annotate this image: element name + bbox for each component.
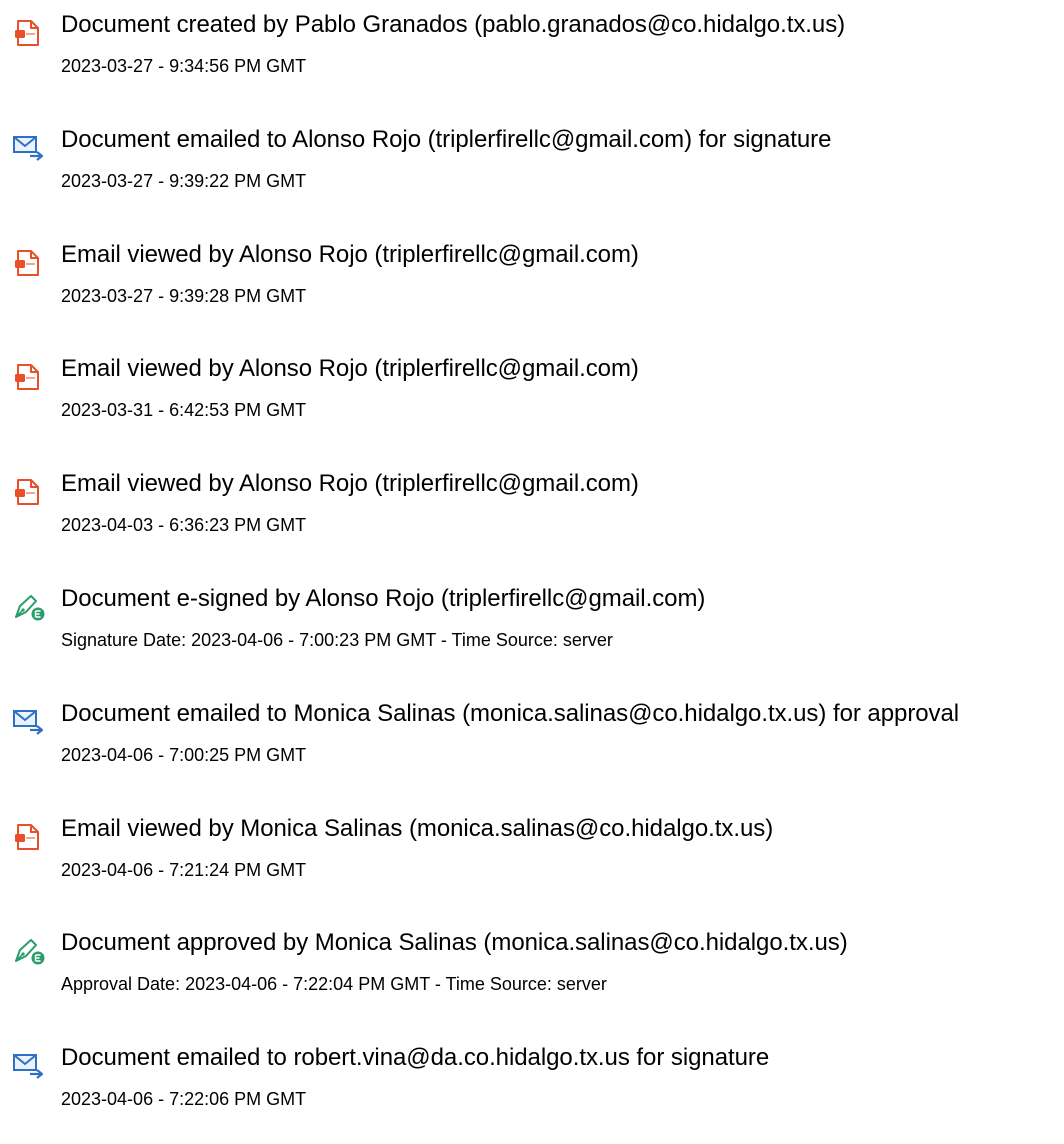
- pen-signed-icon: [12, 591, 46, 621]
- document-viewed-icon: [12, 247, 46, 277]
- document-viewed-icon: [12, 476, 46, 506]
- email-sent-icon: [12, 706, 46, 736]
- entry-date: 2023-04-06 - 7:21:24 PM GMT: [61, 860, 307, 880]
- entry-title: Email viewed by Alonso Rojo (triplerfire…: [61, 355, 639, 382]
- entry-date: Signature Date: 2023-04-06 - 7:00:23 PM …: [61, 630, 613, 650]
- audit-entry: Document approved by Monica Salinas (mon…: [0, 929, 1064, 1029]
- audit-entry: Document emailed to Monica Salinas (moni…: [0, 700, 1064, 800]
- document-created-icon: [12, 17, 46, 47]
- entry-title: Document emailed to Alonso Rojo (tripler…: [61, 126, 832, 153]
- audit-entry: Document created by Pablo Granados (pabl…: [0, 11, 1064, 111]
- entry-title: Document approved by Monica Salinas (mon…: [61, 929, 848, 956]
- audit-entry: Email viewed by Alonso Rojo (triplerfire…: [0, 241, 1064, 341]
- entry-title: Email viewed by Alonso Rojo (triplerfire…: [61, 470, 639, 497]
- audit-entry: Email viewed by Alonso Rojo (triplerfire…: [0, 470, 1064, 570]
- entry-title: Document emailed to robert.vina@da.co.hi…: [61, 1044, 770, 1071]
- entry-title: Document emailed to Monica Salinas (moni…: [61, 700, 960, 727]
- entry-date: Approval Date: 2023-04-06 - 7:22:04 PM G…: [61, 974, 607, 994]
- entry-date: 2023-03-31 - 6:42:53 PM GMT: [61, 400, 307, 420]
- entry-date: 2023-04-03 - 6:36:23 PM GMT: [61, 515, 307, 535]
- audit-entry: Document emailed to Alonso Rojo (tripler…: [0, 126, 1064, 226]
- email-sent-icon: [12, 1050, 46, 1080]
- entry-date: 2023-03-27 - 9:39:28 PM GMT: [61, 286, 307, 306]
- entry-date: 2023-04-06 - 7:22:06 PM GMT: [61, 1089, 307, 1109]
- entry-date: 2023-03-27 - 9:39:22 PM GMT: [61, 171, 307, 191]
- entry-title: Document created by Pablo Granados (pabl…: [61, 11, 846, 38]
- audit-entry: Document e-signed by Alonso Rojo (triple…: [0, 585, 1064, 685]
- entry-date: 2023-03-27 - 9:34:56 PM GMT: [61, 56, 307, 76]
- pen-signed-icon: [12, 935, 46, 965]
- document-viewed-icon: [12, 821, 46, 851]
- entry-date: 2023-04-06 - 7:00:25 PM GMT: [61, 745, 307, 765]
- entry-title: Email viewed by Monica Salinas (monica.s…: [61, 815, 774, 842]
- audit-entry: Email viewed by Monica Salinas (monica.s…: [0, 815, 1064, 915]
- entry-title: Document e-signed by Alonso Rojo (triple…: [61, 585, 706, 612]
- audit-entry: Email viewed by Alonso Rojo (triplerfire…: [0, 355, 1064, 455]
- audit-log: Document created by Pablo Granados (pabl…: [0, 0, 1064, 1109]
- entry-title: Email viewed by Alonso Rojo (triplerfire…: [61, 241, 639, 268]
- audit-entry: Document emailed to robert.vina@da.co.hi…: [0, 1044, 1064, 1144]
- document-viewed-icon: [12, 361, 46, 391]
- email-sent-icon: [12, 132, 46, 162]
